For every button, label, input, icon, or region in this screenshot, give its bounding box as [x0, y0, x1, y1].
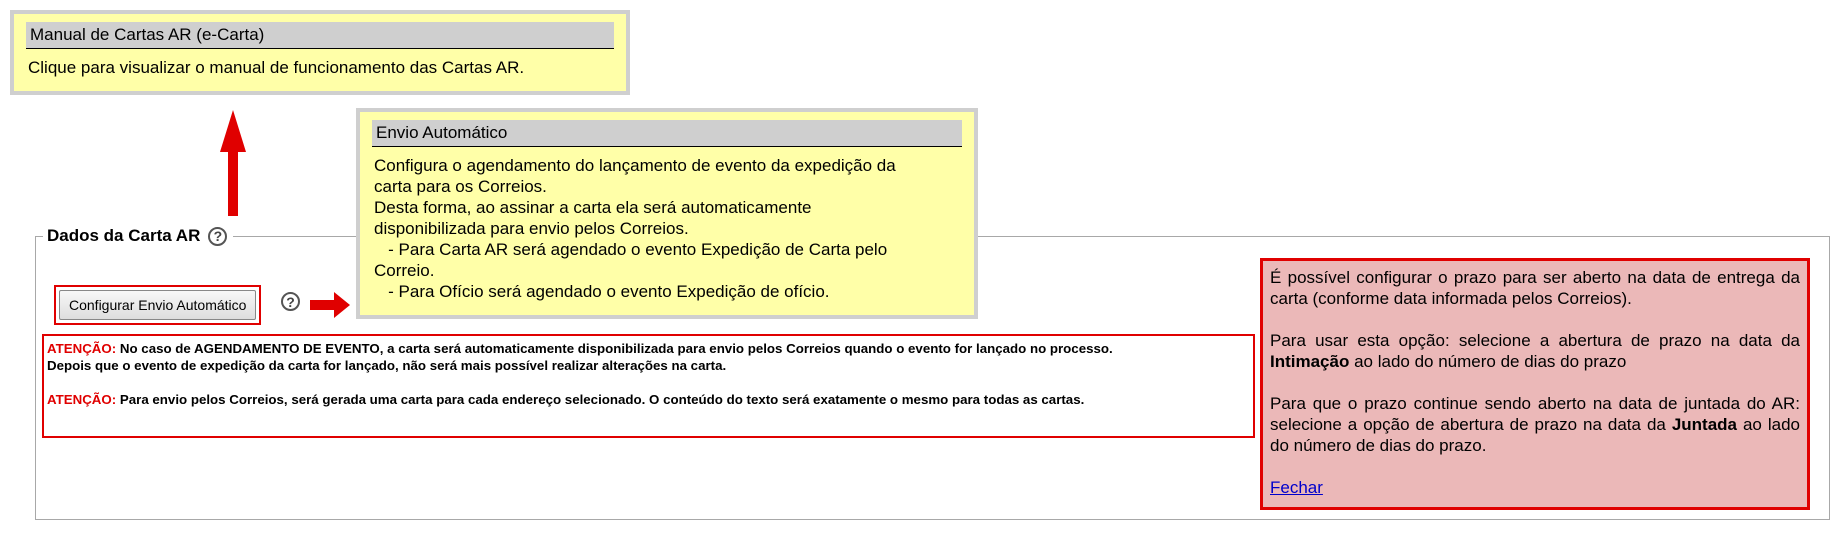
info-bold-juntada: Juntada — [1671, 415, 1738, 434]
fieldset-legend: Dados da Carta AR ? — [43, 226, 234, 246]
info-bold-intimacao: Intimação — [1270, 352, 1350, 371]
attention-paragraph-2: ATENÇÃO: Para envio pelos Correios, será… — [47, 391, 1250, 408]
configurar-envio-button[interactable]: Configurar Envio Automático — [59, 290, 257, 320]
attention-text: Depois que o evento de expedição da cart… — [47, 358, 727, 373]
config-button-highlight: Configurar Envio Automático — [54, 285, 262, 325]
red-arrow-right-icon — [310, 292, 350, 318]
envio-tooltip-line: Correio. — [374, 261, 435, 280]
info-paragraph-1: É possível configurar o prazo para ser a… — [1270, 268, 1800, 308]
config-help-icon[interactable]: ? — [281, 292, 300, 311]
envio-tooltip-line: disponibilizada para envio pelos Correio… — [374, 219, 689, 238]
help-icon[interactable]: ? — [208, 226, 228, 246]
manual-tooltip-body: Clique para visualizar o manual de funci… — [28, 58, 525, 77]
manual-tooltip-title: Manual de Cartas AR (e-Carta) — [26, 22, 614, 49]
info-text: ao lado do número de dias do prazo — [1349, 352, 1627, 371]
info-paragraph-2: Para usar esta opção: selecione a abertu… — [1270, 330, 1800, 372]
envio-tooltip-line: - Para Carta AR será agendado o evento E… — [374, 240, 888, 259]
envio-tooltip-line: Configura o agendamento do lançamento de… — [374, 156, 896, 175]
attention-box: ATENÇÃO: No caso de AGENDAMENTO DE EVENT… — [42, 334, 1255, 438]
envio-tooltip-body: Configura o agendamento do lançamento de… — [372, 155, 962, 302]
attention-label: ATENÇÃO: — [47, 392, 117, 407]
manual-tooltip: Manual de Cartas AR (e-Carta) Clique par… — [10, 10, 630, 95]
envio-tooltip-line: carta para os Correios. — [374, 177, 547, 196]
envio-tooltip-line: Desta forma, ao assinar a carta ela será… — [374, 198, 812, 217]
attention-paragraph-1: ATENÇÃO: No caso de AGENDAMENTO DE EVENT… — [47, 340, 1250, 374]
attention-label: ATENÇÃO: — [47, 341, 117, 356]
fechar-link[interactable]: Fechar — [1270, 478, 1323, 497]
red-arrow-up-icon — [220, 110, 246, 216]
prazo-info-box: É possível configurar o prazo para ser a… — [1260, 258, 1810, 510]
envio-tooltip-line: - Para Ofício será agendado o evento Exp… — [374, 282, 830, 301]
attention-text: No caso de AGENDAMENTO DE EVENTO, a cart… — [116, 341, 1113, 356]
info-text: Para usar esta opção: selecione a abertu… — [1270, 331, 1800, 350]
attention-text: Para envio pelos Correios, será gerada u… — [116, 392, 1085, 407]
envio-tooltip-title: Envio Automático — [372, 120, 962, 147]
legend-title: Dados da Carta AR — [47, 226, 201, 245]
envio-tooltip: Envio Automático Configura o agendamento… — [356, 108, 978, 319]
info-paragraph-3: Para que o prazo continue sendo aberto n… — [1270, 393, 1800, 456]
